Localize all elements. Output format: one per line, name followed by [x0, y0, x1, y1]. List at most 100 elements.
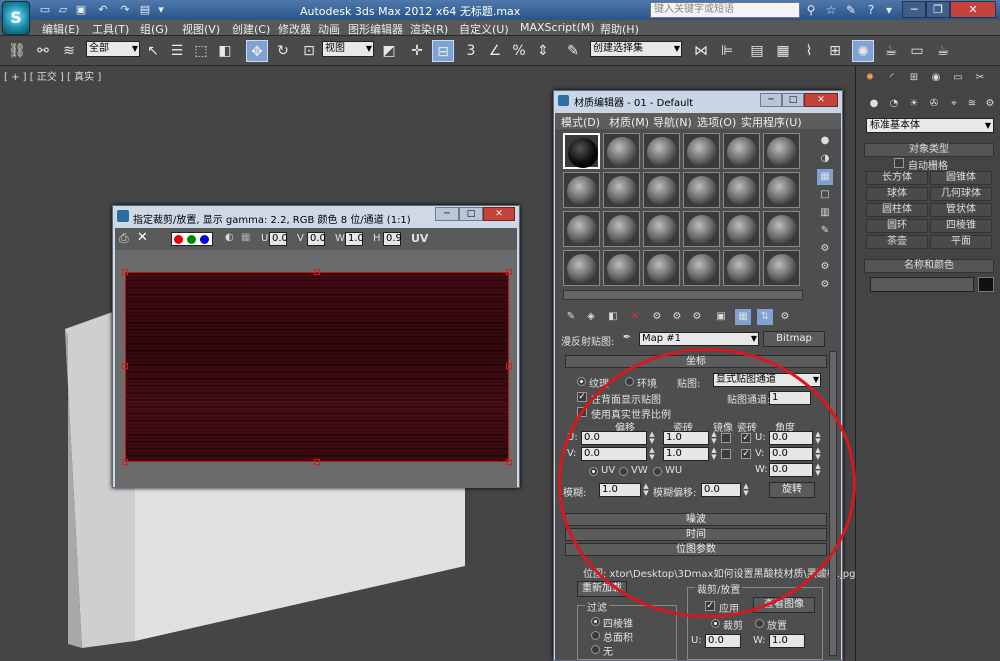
utilities-tab-icon[interactable]: ✂ — [972, 70, 988, 86]
u-crop-input[interactable]: 0.0 — [269, 232, 288, 246]
material-editor-icon[interactable]: ✺ — [852, 40, 874, 62]
shapes-icon[interactable]: ◔ — [886, 96, 902, 112]
object-type-rollout[interactable]: 对象类型 — [864, 143, 994, 157]
minimize-button[interactable]: ─ — [902, 1, 926, 18]
backlight-icon[interactable]: ◑ — [817, 151, 833, 167]
menu-customize[interactable]: 自定义(U) — [459, 21, 509, 37]
green-channel-icon[interactable] — [187, 235, 196, 244]
name-color-rollout[interactable]: 名称和颜色 — [864, 259, 994, 273]
menu-tools[interactable]: 工具(T) — [92, 21, 129, 37]
material-sample-slot[interactable] — [643, 172, 680, 208]
material-sample-slot[interactable] — [763, 250, 800, 286]
select-by-material-icon[interactable]: ⚙ — [817, 259, 833, 275]
show-end-result-icon[interactable]: ▦ — [735, 309, 751, 325]
menu-animation[interactable]: 动画 — [318, 21, 340, 37]
clear-icon[interactable]: ✕ — [137, 230, 148, 245]
favorites-icon[interactable]: ☆ — [822, 2, 840, 18]
crop-handle[interactable] — [122, 363, 128, 369]
material-sample-slot[interactable] — [683, 250, 720, 286]
layer-manager-icon[interactable]: ▤ — [746, 40, 768, 62]
material-sample-slot[interactable] — [763, 211, 800, 247]
app-logo[interactable]: S — [2, 1, 30, 35]
crop-w-input[interactable]: 1.0 — [769, 634, 805, 648]
menu-rendering[interactable]: 渲染(R) — [410, 21, 448, 37]
menu-graph-editors[interactable]: 图形编辑器 — [348, 21, 403, 37]
mat-minimize-button[interactable]: ─ — [760, 93, 782, 107]
material-sample-slot[interactable] — [603, 172, 640, 208]
w-crop-input[interactable]: 1.0 — [345, 232, 364, 246]
material-sample-slot[interactable] — [723, 172, 760, 208]
systems-icon[interactable]: ⚙ — [982, 96, 998, 112]
menu-help[interactable]: 帮助(H) — [600, 21, 639, 37]
uv-toggle[interactable]: UV — [411, 232, 428, 245]
mat-menu-navigation[interactable]: 导航(N) — [653, 114, 692, 130]
material-sample-slot[interactable] — [683, 172, 720, 208]
go-to-parent-icon[interactable]: ⇅ — [757, 309, 773, 325]
material-sample-slot[interactable] — [763, 133, 800, 169]
mat-menu-mode[interactable]: 模式(D) — [561, 114, 600, 130]
render-production-icon[interactable]: ☕ — [932, 40, 954, 62]
summed-area-radio[interactable] — [591, 631, 600, 640]
pyramid-button[interactable]: 四棱锥 — [930, 219, 992, 233]
window-crossing-icon[interactable]: ◧ — [214, 40, 236, 62]
maximize-button[interactable]: ❐ — [926, 1, 950, 18]
close-button[interactable]: ✕ — [950, 1, 996, 18]
geometry-type-dropdown[interactable]: 标准基本体 ▼ — [866, 118, 994, 133]
menu-group[interactable]: 组(G) — [140, 21, 168, 37]
red-channel-icon[interactable] — [174, 235, 183, 244]
crop-handle[interactable] — [314, 459, 320, 465]
make-preview-icon[interactable]: ✎ — [817, 223, 833, 239]
material-sample-slot[interactable] — [563, 250, 600, 286]
menu-create[interactable]: 创建(C) — [232, 21, 270, 37]
unlink-icon[interactable]: ⚯ — [32, 40, 54, 62]
render-setup-icon[interactable]: ☕ — [880, 40, 902, 62]
menu-edit[interactable]: 编辑(E) — [42, 21, 80, 37]
select-object-icon[interactable]: ↖ — [142, 40, 164, 62]
object-color-swatch[interactable] — [978, 277, 994, 292]
material-sample-slot[interactable] — [763, 172, 800, 208]
helpers-icon[interactable]: ⌖ — [946, 96, 962, 112]
help-icon[interactable]: ? — [862, 2, 880, 18]
tools-icon[interactable]: ✎ — [842, 2, 860, 18]
redo-icon[interactable]: ↷ — [116, 2, 134, 18]
crop-handle[interactable] — [122, 269, 128, 275]
map-type-button[interactable]: Bitmap — [763, 331, 825, 347]
search-input[interactable]: 键入关键字或短语 — [650, 2, 800, 18]
print-icon[interactable]: ⎙ — [119, 231, 129, 246]
pivot-center-icon[interactable]: ◩ — [378, 40, 400, 62]
material-sample-slot[interactable] — [643, 211, 680, 247]
material-sample-slot[interactable] — [603, 250, 640, 286]
mirror-icon[interactable]: ⋈ — [690, 40, 712, 62]
show-map-on-back-checkbox[interactable]: ✓ — [577, 392, 587, 402]
rect-selection-icon[interactable]: ⬚ — [190, 40, 212, 62]
h-crop-input[interactable]: 0.9 — [383, 232, 402, 246]
video-color-check-icon[interactable]: ▥ — [817, 205, 833, 221]
mat-menu-options[interactable]: 选项(O) — [697, 114, 736, 130]
viewport-label[interactable]: [ + ] [ 正交 ] [ 真实 ] — [4, 68, 101, 83]
texture-radio[interactable] — [577, 377, 586, 386]
material-sample-slot[interactable] — [683, 211, 720, 247]
tube-button[interactable]: 管状体 — [930, 203, 992, 217]
selection-filter-dropdown[interactable]: 全部 ▼ — [86, 41, 140, 57]
cameras-icon[interactable]: ✇ — [926, 96, 942, 112]
select-scale-icon[interactable]: ⊡ — [298, 40, 320, 62]
plane-button[interactable]: 平面 — [930, 235, 992, 249]
show-map-in-viewport-icon[interactable]: ▣ — [713, 309, 729, 325]
crop-radio[interactable] — [711, 619, 720, 628]
material-sample-slot[interactable] — [723, 133, 760, 169]
save-icon[interactable]: ▣ — [72, 2, 90, 18]
crop-handle[interactable] — [506, 269, 512, 275]
crop-handle[interactable] — [506, 363, 512, 369]
keyboard-shortcut-icon[interactable]: ⊟ — [432, 40, 454, 62]
pyramidal-radio[interactable] — [591, 617, 600, 626]
select-move-icon[interactable]: ✥ — [246, 40, 268, 62]
put-to-scene-icon[interactable]: ◈ — [583, 309, 599, 325]
map-name-dropdown[interactable]: Map #1 ▼ — [639, 332, 759, 346]
options-icon[interactable]: ⚙ — [817, 241, 833, 257]
align-icon[interactable]: ⊫ — [716, 40, 738, 62]
bind-space-warp-icon[interactable]: ≋ — [58, 40, 80, 62]
torus-button[interactable]: 圆环 — [866, 219, 928, 233]
none-radio[interactable] — [591, 645, 600, 654]
edit-named-selections-icon[interactable]: ✎ — [562, 40, 584, 62]
material-sample-slot[interactable] — [723, 250, 760, 286]
